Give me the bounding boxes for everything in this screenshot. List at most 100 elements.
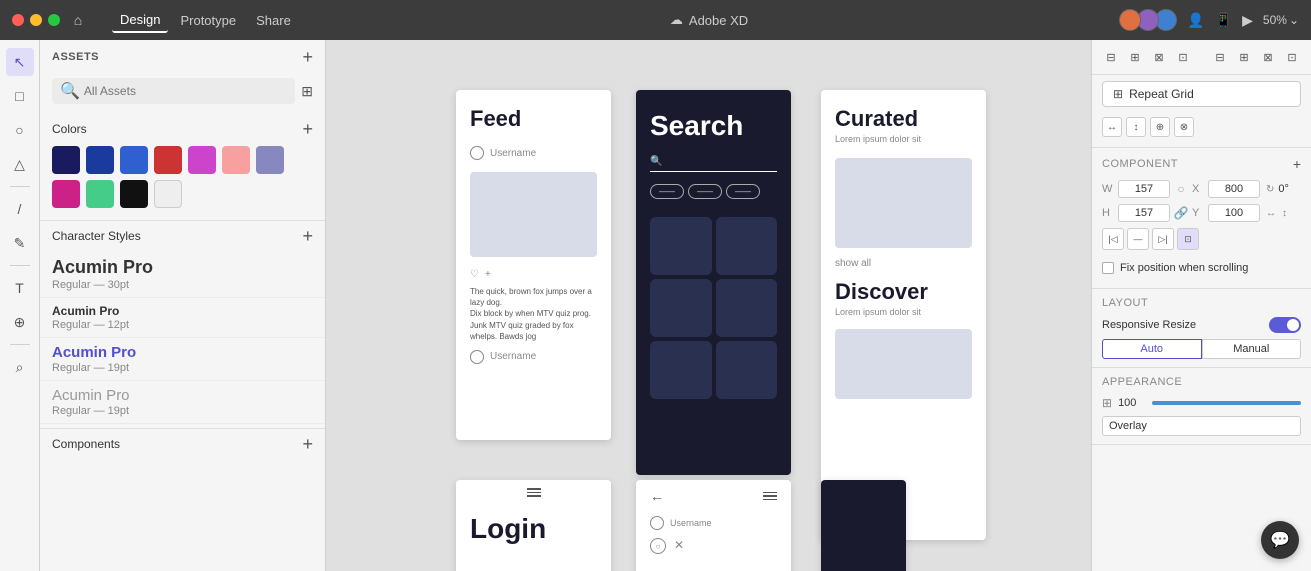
color-swatch[interactable] [52, 180, 80, 208]
minimize-button[interactable] [30, 14, 42, 26]
color-swatch[interactable] [222, 146, 250, 174]
align-top-icon[interactable]: ⊟ [1209, 46, 1231, 68]
opacity-slider[interactable] [1152, 401, 1301, 405]
grid-view-icon[interactable]: ⊞ [301, 83, 313, 100]
auto-button[interactable]: Auto [1102, 339, 1202, 359]
feed-user-row: Username [456, 140, 611, 166]
h-input[interactable] [1118, 204, 1170, 222]
color-swatch[interactable] [86, 146, 114, 174]
color-swatch[interactable] [86, 180, 114, 208]
y-label: Y [1192, 207, 1204, 219]
inner-align-fill[interactable]: ⊡ [1177, 228, 1199, 250]
flip-v-icon[interactable]: ↕ [1282, 208, 1287, 219]
rotate-icon[interactable]: ↻ [1266, 184, 1274, 195]
zoom-tool[interactable]: ⌕ [6, 353, 34, 381]
assets-add-button[interactable]: + [302, 48, 313, 66]
show-all-link[interactable]: show all [821, 252, 986, 275]
like-icon: ♡ [470, 269, 479, 280]
assets-title: ASSETS [52, 51, 99, 63]
color-swatch[interactable] [256, 146, 284, 174]
zoom-control[interactable]: 50% ⌄ [1263, 13, 1299, 27]
components-title: Components [52, 437, 120, 451]
repeat-grid-icon: ⊞ [1113, 87, 1123, 101]
copy-h-icon[interactable]: ↔ [1102, 117, 1122, 137]
cloud-icon: ☁ [670, 12, 683, 28]
share-icon[interactable]: 👤 [1187, 12, 1204, 29]
text-tool[interactable]: T [6, 274, 34, 302]
appearance-header: APPEARANCE [1102, 376, 1301, 388]
x-input[interactable] [1208, 180, 1260, 198]
back-arrow-icon[interactable]: ← [650, 488, 664, 504]
inner-align-left[interactable]: |◁ [1102, 228, 1124, 250]
colors-add-button[interactable]: + [302, 120, 313, 138]
color-swatch[interactable] [52, 146, 80, 174]
ham-line [527, 492, 541, 494]
style-meta: Regular — 19pt [52, 405, 313, 417]
manual-button[interactable]: Manual [1202, 339, 1302, 359]
style-item[interactable]: Acumin Pro Regular — 30pt [40, 251, 325, 298]
triangle-tool[interactable]: △ [6, 150, 34, 178]
style-item[interactable]: Acumin Pro Regular — 19pt [40, 381, 325, 424]
align-left-icon[interactable]: ⊟ [1100, 46, 1122, 68]
select-tool[interactable]: ↖ [6, 48, 34, 76]
flip-h-icon[interactable]: ↔ [1266, 208, 1276, 219]
paint-tool[interactable]: ✎ [6, 229, 34, 257]
style-item[interactable]: Acumin Pro Regular — 12pt [40, 298, 325, 338]
inner-align-right[interactable]: ▷| [1152, 228, 1174, 250]
search-pill-3[interactable]: —— [726, 184, 760, 199]
responsive-resize-toggle[interactable] [1269, 317, 1301, 333]
titlebar-left: ⌂ Design Prototype Share [12, 8, 299, 33]
copy-both-icon[interactable]: ⊕ [1150, 117, 1170, 137]
component-add-icon[interactable]: + [1293, 156, 1301, 172]
color-swatch[interactable] [154, 180, 182, 208]
message-nav: ← [636, 480, 791, 512]
color-swatch[interactable] [188, 146, 216, 174]
tab-share[interactable]: Share [248, 9, 299, 32]
rectangle-tool[interactable]: □ [6, 82, 34, 110]
distribute-v-icon[interactable]: ⊡ [1281, 46, 1303, 68]
fix-position-checkbox[interactable] [1102, 262, 1114, 274]
distribute-h-icon[interactable]: ⊡ [1172, 46, 1194, 68]
style-item[interactable]: Acumin Pro Regular — 19pt [40, 338, 325, 381]
color-swatch[interactable] [120, 146, 148, 174]
inner-align-center[interactable]: — [1127, 228, 1149, 250]
w-input[interactable] [1118, 180, 1170, 198]
chat-button[interactable]: 💬 [1261, 521, 1299, 559]
appearance-title: APPEARANCE [1102, 376, 1182, 388]
search-box[interactable]: 🔍 [52, 78, 295, 104]
ungroup-icon[interactable]: ⊗ [1174, 117, 1194, 137]
play-icon[interactable]: ▶ [1242, 12, 1253, 29]
align-center-v-icon[interactable]: ⊞ [1233, 46, 1255, 68]
align-bottom-icon[interactable]: ⊠ [1257, 46, 1279, 68]
pen-tool[interactable]: / [6, 195, 34, 223]
tab-design[interactable]: Design [112, 8, 168, 33]
home-icon[interactable]: ⌂ [68, 10, 88, 30]
color-swatch[interactable] [154, 146, 182, 174]
tab-prototype[interactable]: Prototype [172, 9, 244, 32]
left-panel: ASSETS + 🔍 ⊞ Colors + [40, 40, 326, 571]
color-swatch[interactable] [120, 180, 148, 208]
copy-v-icon[interactable]: ↕ [1126, 117, 1146, 137]
message-close-icon[interactable]: ✕ [674, 538, 684, 554]
feed-actions: ♡ + [456, 263, 611, 286]
component-section: COMPONENT + W ○ X ↻ 0° H 🔗 Y ↔ ↕ [1092, 148, 1311, 289]
search-input[interactable] [84, 84, 287, 98]
style-meta: Regular — 30pt [52, 279, 313, 291]
component-title: COMPONENT [1102, 158, 1178, 170]
w-label: W [1102, 183, 1114, 195]
blend-mode-select[interactable]: Overlay Normal Multiply Screen [1102, 416, 1301, 436]
align-center-h-icon[interactable]: ⊞ [1124, 46, 1146, 68]
search-pill-2[interactable]: —— [688, 184, 722, 199]
character-styles-add-button[interactable]: + [302, 227, 313, 245]
search-pill-1[interactable]: —— [650, 184, 684, 199]
close-button[interactable] [12, 14, 24, 26]
canvas[interactable]: Feed Username ♡ + The quick, brown fox j… [326, 40, 1091, 571]
y-input[interactable] [1208, 204, 1260, 222]
maximize-button[interactable] [48, 14, 60, 26]
ellipse-tool[interactable]: ○ [6, 116, 34, 144]
component-tool[interactable]: ⊕ [6, 308, 34, 336]
repeat-grid-button[interactable]: ⊞ Repeat Grid [1102, 81, 1301, 107]
align-right-icon[interactable]: ⊠ [1148, 46, 1170, 68]
components-add-button[interactable]: + [302, 435, 313, 453]
device-icon[interactable]: 📱 [1215, 12, 1232, 29]
